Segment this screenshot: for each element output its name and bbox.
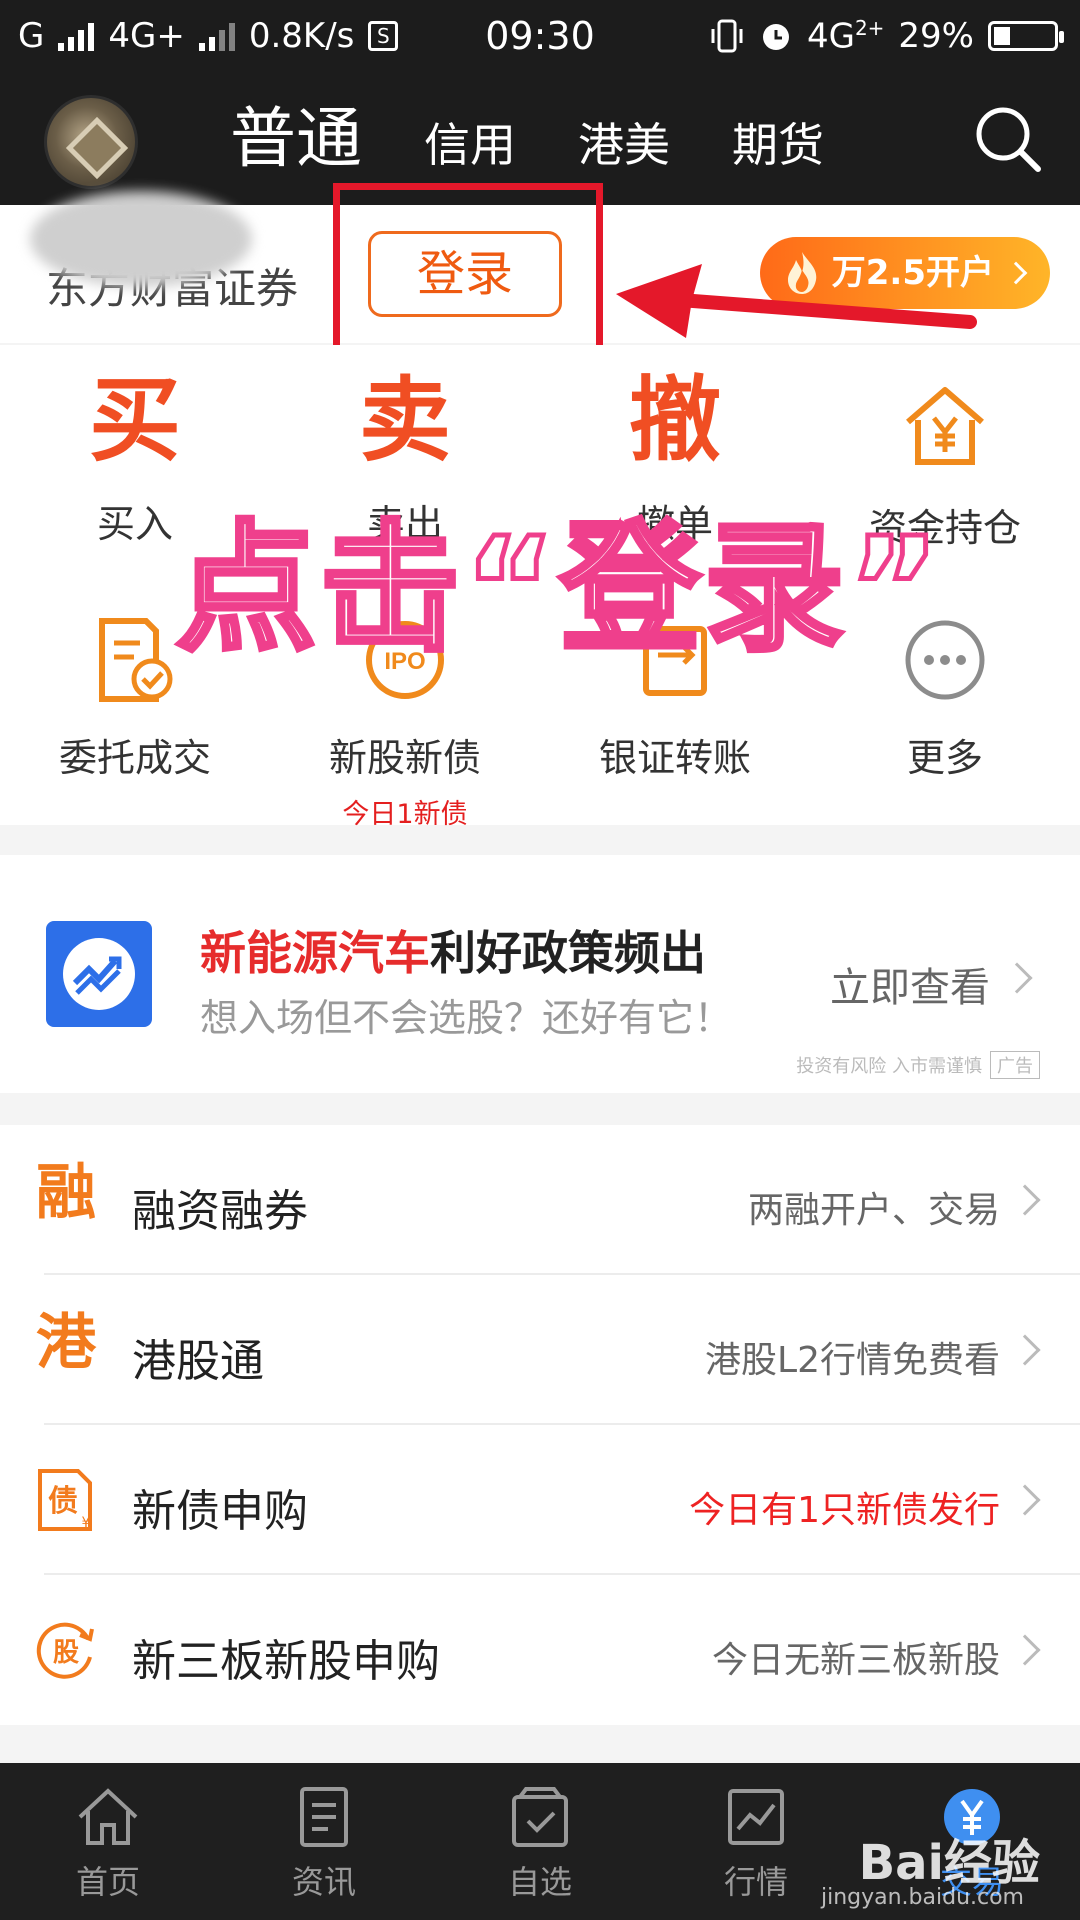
instruction-overlay: 点击“登录” [173,508,945,671]
avatar[interactable] [44,95,138,189]
market-chart-icon [728,1789,784,1845]
cancel-glyph: 撤 [628,367,721,474]
chevron-right-icon [1004,261,1028,285]
chevron-right-icon [1009,1634,1041,1666]
stock-cycle-icon: 股 [36,1622,94,1679]
status-right: 4G2+ 29% [709,16,1064,57]
grid-label: 更多 [906,736,983,780]
battery-icon [988,21,1064,52]
grid-label: 银证转账 [598,736,751,780]
chevron-right-icon [1009,1334,1041,1366]
list-item-note: 两融开户、交易 [747,1190,1000,1231]
trend-app-icon [46,921,152,1027]
grid-label: 新股新债 [328,736,481,780]
nav-label: 首页 [75,1863,140,1901]
watermark-url: jingyan.baidu.com [820,1885,1024,1910]
chevron-right-icon [1001,962,1033,994]
ad-risk-note: 投资有风险 入市需谨慎 广告 [796,1051,1040,1079]
nav-watchlist[interactable]: 自选 [432,1785,648,1903]
ad-banner[interactable]: 新能源汽车利好政策频出 想入场但不会选股？还好有它！ 立即查看 投资有风险 入市… [0,855,1080,1093]
news-icon [300,1787,348,1847]
buy-glyph: 买 [88,367,181,474]
chevron-right-icon [1009,1484,1041,1516]
svg-text:股: 股 [53,1638,79,1668]
svg-text:债: 债 [48,1484,78,1519]
tab-credit[interactable]: 信用 [424,109,516,193]
network-label-2: 4G2+ [807,16,884,56]
network2-sup: 2+ [854,16,885,40]
battery-percent: 29% [898,16,974,57]
list-item-note: 今日有1只新债发行 [689,1490,1000,1531]
tab-normal[interactable]: 普通 [230,85,362,193]
bottom-nav: 首页 资讯 自选 行情 交易 Bai经验 jingyan.baidu.com [0,1763,1080,1920]
hk-glyph: 港 [36,1308,96,1378]
ad-title-rest: 利好政策频出 [430,926,706,980]
house-yuan-icon [906,387,984,465]
alarm-icon [762,24,789,51]
vibrate-icon [711,19,743,53]
ad-view-now-link[interactable]: 立即查看 [830,955,990,1013]
ad-title: 新能源汽车利好政策频出 [200,917,706,983]
list-item-title: 融资融券 [132,1186,308,1237]
list-item-title: 新三板新股申购 [132,1636,440,1687]
bond-icon: 债 ¥ [38,1469,92,1531]
tab-futures[interactable]: 期货 [732,109,824,193]
tab-hk-us[interactable]: 港美 [578,109,670,193]
list-item-margin-trading[interactable]: 融 融资融券 两融开户、交易 [0,1125,1080,1275]
watchlist-icon [512,1787,568,1847]
annotation-arrow-icon [616,264,977,338]
nav-label: 行情 [723,1863,788,1901]
chevron-right-icon [1009,1184,1041,1216]
watermark-brand: Bai经验 [858,1835,1040,1891]
list-item-neeq-ipo[interactable]: 股 新三板新股申购 今日无新三板新股 [0,1575,1080,1725]
network2-text: 4G [806,16,855,57]
ad-tag: 广告 [990,1051,1040,1079]
grid-label: 委托成交 [58,736,211,780]
account-type-tabs: 普通 信用 港美 期货 [230,93,886,193]
risk-text: 投资有风险 入市需谨慎 [796,1056,982,1077]
svg-text:¥: ¥ [82,1515,91,1531]
nav-label: 自选 [507,1863,572,1901]
nav-home[interactable]: 首页 [0,1785,216,1903]
new-bond-note: 今日1新债 [342,799,468,830]
document-check-icon [99,618,173,702]
sell-glyph: 卖 [358,367,451,474]
ad-subtitle: 想入场但不会选股？还好有它！ [200,996,733,1040]
list-item-note: 港股L2行情免费看 [705,1340,1000,1381]
status-bar: G 4G+ 0.8K/s S 09:30 4G2+ 29% [0,0,1080,75]
search-icon[interactable] [972,103,1044,175]
nav-news[interactable]: 资讯 [216,1785,432,1903]
service-list: 融 融资融券 两融开户、交易 港 港股通 港股L2行情免费看 债 ¥ 新债申购 … [0,1125,1080,1725]
blur-mask [30,191,252,287]
list-item-new-bond[interactable]: 债 ¥ 新债申购 今日有1只新债发行 [0,1425,1080,1575]
nav-label: 资讯 [291,1863,356,1901]
annotation-highlight-box [333,183,603,355]
list-item-note: 今日无新三板新股 [711,1640,1000,1681]
ad-title-highlight: 新能源汽车 [200,926,430,980]
margin-glyph: 融 [36,1158,96,1228]
list-item-title: 港股通 [132,1336,264,1387]
home-icon [78,1788,138,1845]
list-item-title: 新债申购 [132,1486,308,1537]
list-item-hk-connect[interactable]: 港 港股通 港股L2行情免费看 [0,1275,1080,1425]
